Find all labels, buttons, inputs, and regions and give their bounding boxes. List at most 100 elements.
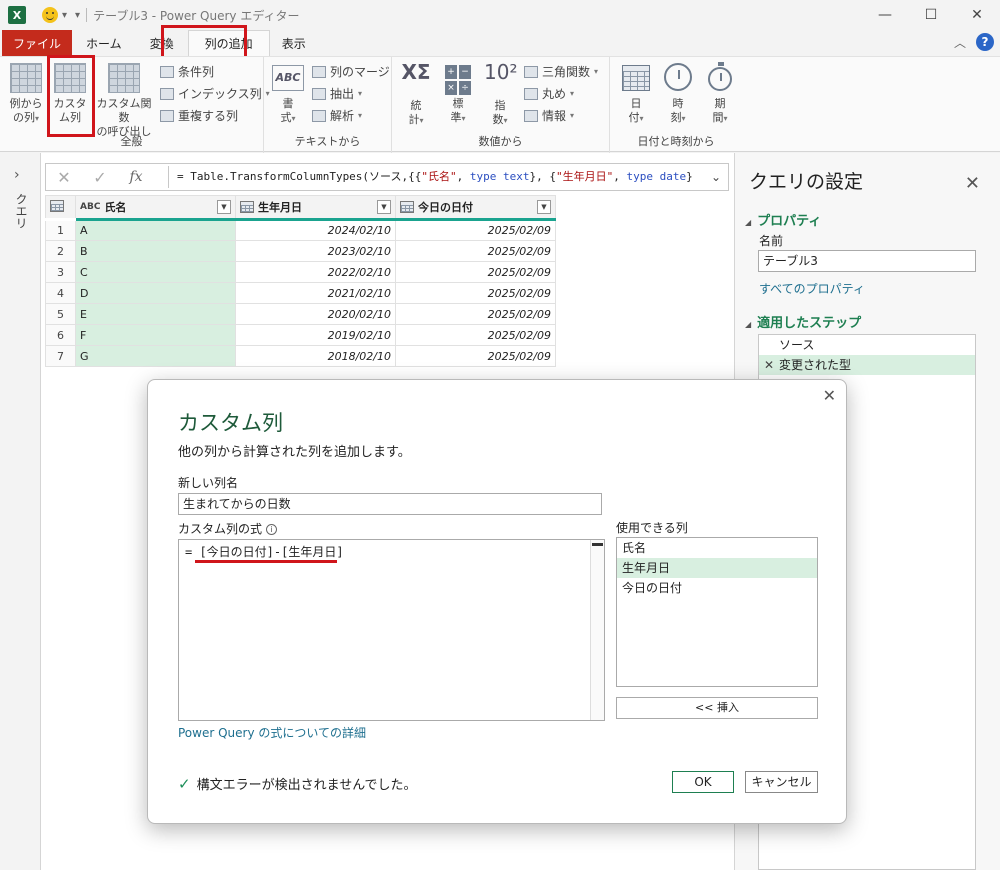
cell-birthdate[interactable]: 2019/02/10 [235,324,396,346]
cell-name[interactable]: A [75,219,236,241]
column-header-birthdate[interactable]: 生年月日 ▼ [235,195,396,221]
cell-birthdate[interactable]: 2024/02/10 [235,219,396,241]
cell-birthdate[interactable]: 2022/02/10 [235,261,396,283]
tab-file[interactable]: ファイル [2,30,73,56]
format-label: 書 [282,97,294,110]
table-row[interactable]: 2 B 2023/02/10 2025/02/09 [45,240,556,262]
close-dialog-icon[interactable]: ✕ [823,386,836,405]
step-source[interactable]: ソース [759,335,975,355]
cell-birthdate[interactable]: 2020/02/10 [235,303,396,325]
help-icon[interactable]: ? [976,33,994,51]
cancel-button[interactable]: キャンセル [745,771,818,793]
parse-button[interactable]: 解析 ▾ [312,107,362,124]
cell-name[interactable]: E [75,303,236,325]
collapse-ribbon-icon[interactable]: ︿ [954,34,966,51]
filter-dropdown-icon[interactable]: ▼ [217,200,231,214]
cell-name[interactable]: F [75,324,236,346]
formula-code[interactable]: = [今日の日付]-[生年月日] [185,543,344,560]
feedback-smiley-icon[interactable] [42,7,58,23]
standard-button[interactable]: + − × ÷ 標 準▾ [442,63,474,126]
cell-birthdate[interactable]: 2023/02/10 [235,240,396,262]
time-button[interactable]: 時 刻▾ [662,63,694,126]
cell-birthdate[interactable]: 2018/02/10 [235,345,396,367]
index-column-button[interactable]: インデックス列 ▾ [160,85,270,102]
confirm-formula-icon[interactable]: ✓ [82,168,118,187]
table-row[interactable]: 5 E 2020/02/10 2025/02/09 [45,303,556,325]
properties-section-header[interactable]: プロパティ [745,210,821,229]
query-name-input[interactable]: テーブル3 [758,250,976,272]
information-button[interactable]: 情報 ▾ [524,107,574,124]
column-header-today[interactable]: 今日の日付 ▼ [395,195,556,221]
minimize-button[interactable]: — [862,0,908,30]
tab-view[interactable]: 表示 [270,30,318,56]
close-window-button[interactable]: ✕ [954,0,1000,30]
custom-formula-editor[interactable]: = [今日の日付]-[生年月日] [178,539,605,721]
conditional-column-button[interactable]: 条件列 [160,63,214,80]
duration-button[interactable]: 期 間▾ [704,62,736,126]
quick-access-customize-icon[interactable]: ▾ [75,10,80,21]
column-from-examples-button[interactable]: 例から の列▾ [6,63,46,126]
date-button[interactable]: 日 付▾ [620,63,652,126]
grid-corner-menu[interactable] [45,195,76,221]
all-properties-link[interactable]: すべてのプロパティ [759,280,865,297]
info-icon[interactable]: i [266,524,278,535]
invoke-function-label: カスタム関数 [96,97,152,124]
format-button[interactable]: ABC 書 式▾ [270,63,306,126]
cell-today[interactable]: 2025/02/09 [395,345,556,367]
ok-button[interactable]: OK [672,771,734,793]
cell-today[interactable]: 2025/02/09 [395,240,556,262]
smiley-dropdown-icon[interactable]: ▾ [62,10,67,21]
conditional-column-label: 条件列 [178,65,215,79]
text-type-icon[interactable]: ABC [80,202,100,212]
expand-queries-icon[interactable]: › [14,167,20,183]
trigonometry-button[interactable]: 三角関数 ▾ [524,63,598,80]
queries-pane-label[interactable]: クエリ [13,193,30,229]
extract-button[interactable]: 抽出 ▾ [312,85,362,102]
scientific-button[interactable]: 10² 指 数▾ [484,62,517,128]
insert-button[interactable]: << 挿入 [616,697,818,719]
table-row[interactable]: 7 G 2018/02/10 2025/02/09 [45,345,556,367]
cell-today[interactable]: 2025/02/09 [395,303,556,325]
cell-today[interactable]: 2025/02/09 [395,282,556,304]
table-row[interactable]: 6 F 2019/02/10 2025/02/09 [45,324,556,346]
statistics-button[interactable]: XΣ 統 計▾ [400,62,432,128]
formula-input[interactable]: = Table.TransformColumnTypes(ソース,{{"氏名",… [168,166,704,188]
merge-columns-button[interactable]: 列のマージ [312,63,390,80]
available-column-item[interactable]: 氏名 [617,538,817,558]
fx-icon[interactable]: fx [118,169,154,185]
invoke-custom-function-button[interactable]: カスタム関数 の呼び出し [92,63,156,139]
new-column-name-input[interactable]: 生まれてからの日数 [178,493,602,515]
step-changed-type[interactable]: ✕ 変更された型 [759,355,975,375]
cell-today[interactable]: 2025/02/09 [395,219,556,241]
delete-step-icon[interactable]: ✕ [764,355,774,375]
table-row[interactable]: 3 C 2022/02/10 2025/02/09 [45,261,556,283]
cell-today[interactable]: 2025/02/09 [395,324,556,346]
editor-scrollbar[interactable] [590,540,604,720]
table-row[interactable]: 4 D 2021/02/10 2025/02/09 [45,282,556,304]
available-column-item[interactable]: 今日の日付 [617,578,817,598]
date-type-icon[interactable] [400,201,414,213]
cell-name[interactable]: G [75,345,236,367]
standard-label: 標 [452,97,464,110]
expand-formula-icon[interactable]: ⌄ [704,170,728,184]
table-row[interactable]: 1 A 2024/02/10 2025/02/09 [45,219,556,241]
rounding-button[interactable]: 丸め ▾ [524,85,574,102]
maximize-button[interactable]: ☐ [908,0,954,30]
duplicate-column-button[interactable]: 重複する列 [160,107,238,124]
learn-formulas-link[interactable]: Power Query の式についての詳細 [178,724,366,741]
available-column-item[interactable]: 生年月日 [617,558,817,578]
cell-name[interactable]: C [75,261,236,283]
cell-name[interactable]: D [75,282,236,304]
title-bar: X ▾ ▾ テーブル3 - Power Query エディター — ☐ ✕ [0,0,1000,30]
cell-today[interactable]: 2025/02/09 [395,261,556,283]
applied-steps-section-header[interactable]: 適用したステップ [745,312,861,331]
cancel-formula-icon[interactable]: ✕ [46,168,82,187]
tab-home[interactable]: ホーム [72,30,136,56]
filter-dropdown-icon[interactable]: ▼ [537,200,551,214]
cell-birthdate[interactable]: 2021/02/10 [235,282,396,304]
column-header-name[interactable]: ABC 氏名 ▼ [75,195,236,221]
close-settings-icon[interactable]: ✕ [965,173,980,194]
cell-name[interactable]: B [75,240,236,262]
date-type-icon[interactable] [240,201,254,213]
filter-dropdown-icon[interactable]: ▼ [377,200,391,214]
